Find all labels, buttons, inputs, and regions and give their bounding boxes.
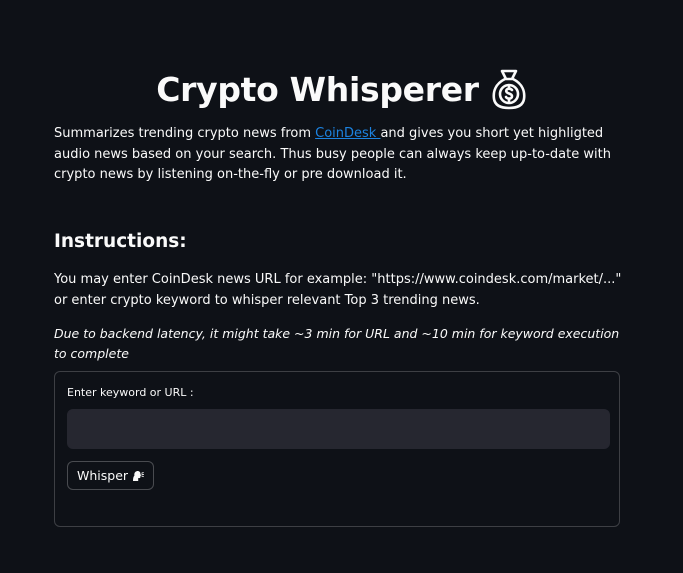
- page-title: Crypto Whisperer: [156, 69, 479, 109]
- search-input-label: Enter keyword or URL :: [67, 386, 194, 399]
- app-main: Crypto Whisperer Summarizes trending cry…: [0, 0, 683, 573]
- search-input[interactable]: [67, 409, 610, 449]
- instructions-heading: Instructions:: [54, 231, 187, 252]
- latency-note: Due to backend latency, it might take ~3…: [54, 326, 620, 361]
- moneybag-icon: [491, 68, 527, 110]
- page-header: Crypto Whisperer: [0, 62, 683, 116]
- whisper-button[interactable]: Whisper: [67, 461, 155, 490]
- search-form: Enter keyword or URL : Whisper: [54, 371, 620, 527]
- intro-text-before-link: Summarizes trending crypto news from: [54, 126, 316, 141]
- whisper-button-label: Whisper: [77, 468, 129, 483]
- instructions-text: You may enter CoinDesk news URL for exam…: [54, 272, 622, 308]
- speaking-head-icon: [132, 470, 145, 482]
- intro-paragraph: Summarizes trending crypto news from Coi…: [54, 124, 634, 186]
- coindesk-link[interactable]: CoinDesk: [315, 126, 380, 141]
